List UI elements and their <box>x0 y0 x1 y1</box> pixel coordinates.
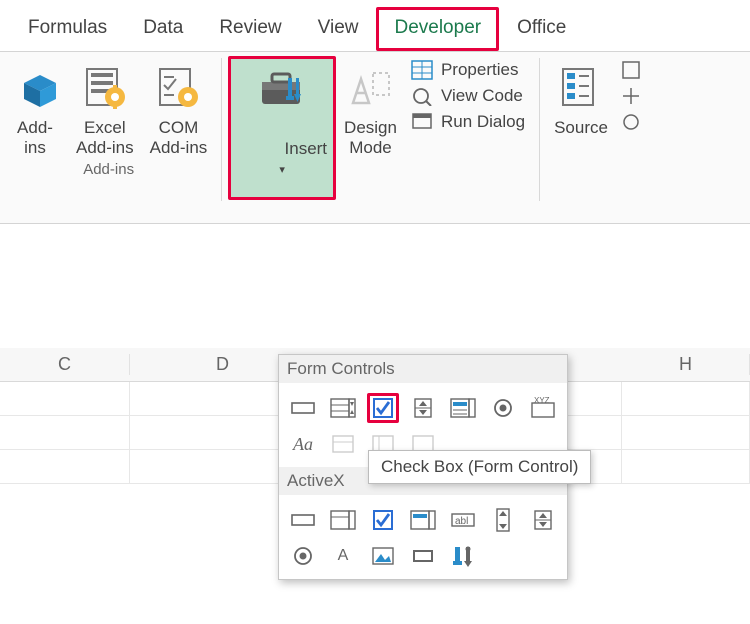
ax-spinner-icon[interactable] <box>527 505 559 535</box>
cell[interactable] <box>0 450 130 483</box>
xml-item-2[interactable] <box>620 86 642 106</box>
group-xml: Source <box>544 52 652 223</box>
group-controls: Insert▾ Design Mode Pr <box>226 52 535 223</box>
ax-textbox-icon[interactable]: abl <box>447 505 479 535</box>
properties-label: Properties <box>441 60 518 80</box>
form-checkbox-icon[interactable] <box>367 393 399 423</box>
excel-addins-icon <box>81 58 129 116</box>
cell[interactable] <box>0 416 130 449</box>
source-label: Source <box>554 116 608 138</box>
source-icon <box>557 58 605 116</box>
form-button-icon[interactable] <box>287 393 319 423</box>
refresh-icon <box>620 112 642 132</box>
cell[interactable] <box>622 416 750 449</box>
excel-addins-label: Excel Add-ins <box>76 116 134 157</box>
group-addins: Add- ins Excel Add-ins <box>0 52 217 223</box>
tab-office[interactable]: Office <box>499 7 584 51</box>
form-controls-grid: XYZ Aa <box>287 387 559 459</box>
col-c[interactable]: C <box>0 354 130 375</box>
expand-icon <box>620 86 642 106</box>
svg-text:XYZ: XYZ <box>534 397 550 405</box>
ax-more-controls-icon[interactable] <box>447 541 479 571</box>
form-listbox-icon[interactable] <box>447 393 479 423</box>
separator <box>221 58 222 201</box>
tab-formulas[interactable]: Formulas <box>10 7 125 51</box>
ax-button-icon[interactable] <box>287 505 319 535</box>
cell[interactable] <box>0 382 130 415</box>
form-controls-header: Form Controls <box>279 355 567 383</box>
svg-text:abl: abl <box>455 516 468 527</box>
form-option-icon[interactable] <box>487 393 519 423</box>
properties-icon <box>411 60 433 80</box>
tab-data[interactable]: Data <box>125 7 201 51</box>
cell[interactable] <box>622 450 750 483</box>
run-dialog-button[interactable]: Run Dialog <box>411 112 525 132</box>
ribbon: Add- ins Excel Add-ins <box>0 52 750 224</box>
ax-scrollbar-icon[interactable] <box>487 505 519 535</box>
xml-small-list <box>616 56 650 140</box>
tab-view[interactable]: View <box>300 7 377 51</box>
source-button[interactable]: Source <box>546 56 616 140</box>
addins-button[interactable]: Add- ins <box>2 56 68 159</box>
design-mode-button[interactable]: Design Mode <box>336 56 405 200</box>
design-mode-icon <box>347 58 395 116</box>
excel-addins-button[interactable]: Excel Add-ins <box>68 56 142 159</box>
ax-checkbox-icon[interactable] <box>367 505 399 535</box>
ax-image-icon[interactable] <box>367 541 399 571</box>
tab-review[interactable]: Review <box>201 7 299 51</box>
group-addins-label: Add-ins <box>83 161 134 178</box>
insert-label: Insert▾ <box>237 117 327 197</box>
form-label-icon[interactable]: Aa <box>287 429 319 459</box>
tab-developer[interactable]: Developer <box>376 7 499 51</box>
com-addins-button[interactable]: COM Add-ins <box>142 56 216 159</box>
map-icon <box>620 60 642 80</box>
insert-button[interactable]: Insert▾ <box>228 56 336 200</box>
ax-option-icon[interactable] <box>287 541 319 571</box>
ribbon-tabs: Formulas Data Review View Developer Offi… <box>0 0 750 52</box>
xml-item-3[interactable] <box>620 112 642 132</box>
ax-label-icon[interactable]: A <box>327 541 359 571</box>
ax-toggle-icon[interactable] <box>407 541 439 571</box>
ax-listbox-icon[interactable] <box>407 505 439 535</box>
cube-icon <box>10 58 60 116</box>
spreadsheet: Form Controls XYZ Aa ActiveX <box>0 348 750 624</box>
cell[interactable] <box>622 382 750 415</box>
form-disabled-1-icon <box>327 429 359 459</box>
toolbox-icon <box>256 59 308 117</box>
run-dialog-label: Run Dialog <box>441 112 525 132</box>
ax-combobox-icon[interactable] <box>327 505 359 535</box>
properties-button[interactable]: Properties <box>411 60 525 80</box>
design-mode-label: Design Mode <box>344 116 397 157</box>
com-addins-label: COM Add-ins <box>150 116 208 157</box>
view-code-button[interactable]: View Code <box>411 86 525 106</box>
xml-item-1[interactable] <box>620 60 642 80</box>
activex-controls-grid: abl A <box>287 499 559 571</box>
addins-label: Add- ins <box>17 116 53 157</box>
controls-small-list: Properties View Code Run Dialog <box>405 56 533 200</box>
form-spinner-icon[interactable] <box>407 393 439 423</box>
form-combobox-icon[interactable] <box>327 393 359 423</box>
form-groupbox-icon[interactable]: XYZ <box>527 393 559 423</box>
tooltip: Check Box (Form Control) <box>368 450 591 484</box>
col-h[interactable]: H <box>622 354 750 375</box>
view-code-icon <box>411 86 433 106</box>
com-addins-icon <box>154 58 202 116</box>
separator <box>539 58 540 201</box>
view-code-label: View Code <box>441 86 523 106</box>
run-dialog-icon <box>411 112 433 132</box>
